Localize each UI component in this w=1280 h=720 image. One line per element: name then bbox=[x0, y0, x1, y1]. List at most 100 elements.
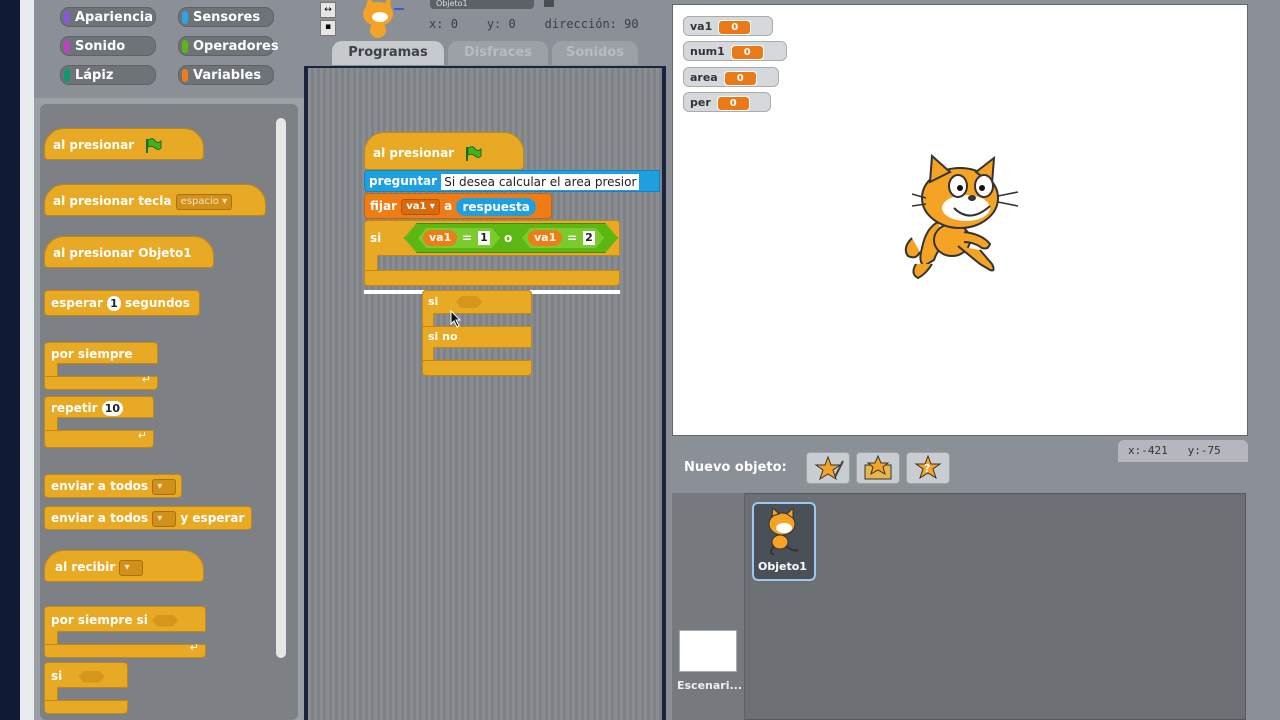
monitor-value: 0 bbox=[723, 71, 757, 86]
wait-input[interactable]: 1 bbox=[107, 296, 121, 311]
block-forever-if[interactable]: por siempre si bbox=[44, 606, 206, 632]
dragged-if-else[interactable]: si bbox=[422, 290, 532, 314]
variable-reporter[interactable]: va1 bbox=[423, 230, 458, 246]
block-when-receive[interactable]: al recibir ▾ bbox=[44, 550, 204, 582]
category-label: Sensores bbox=[193, 10, 261, 25]
category-label: Sonido bbox=[75, 39, 126, 54]
category-lapiz[interactable]: Lápiz bbox=[60, 65, 156, 85]
tab-label: Programas bbox=[348, 45, 428, 60]
block-label: preguntar bbox=[369, 174, 438, 188]
mouse-y-value: -75 bbox=[1200, 444, 1221, 457]
block-label: segundos bbox=[124, 296, 190, 310]
sprite-name: Objeto1 bbox=[436, 0, 468, 8]
key-dropdown[interactable]: espacio ▾ bbox=[175, 193, 233, 210]
sprite-thumbnail-objeto1[interactable]: Objeto1 bbox=[752, 502, 816, 581]
category-label: Lápiz bbox=[75, 68, 114, 83]
condition-slot[interactable] bbox=[78, 670, 105, 683]
tab-programas[interactable]: Programas bbox=[332, 41, 444, 65]
block-when-key[interactable]: al presionar tecla espacio ▾ bbox=[44, 184, 266, 216]
tab-disfraces[interactable]: Disfraces bbox=[448, 41, 548, 65]
block-label: esperar bbox=[51, 296, 103, 310]
condition-slot[interactable] bbox=[456, 296, 483, 308]
direction-label: dirección: bbox=[544, 17, 617, 31]
variable-reporter[interactable]: va1 bbox=[528, 230, 563, 246]
lock-icon[interactable] bbox=[544, 0, 554, 7]
stage-selector[interactable]: Escenari... bbox=[672, 493, 745, 720]
answer-reporter[interactable]: respuesta bbox=[456, 197, 536, 216]
block-label: al presionar tecla bbox=[53, 194, 172, 208]
stage-thumbnail[interactable] bbox=[679, 630, 737, 672]
window-edge bbox=[20, 0, 34, 720]
category-sensores[interactable]: Sensores bbox=[178, 7, 274, 27]
block-when-clicked[interactable]: al presionar Objeto1 bbox=[44, 236, 214, 268]
new-object-label: Nuevo objeto: bbox=[684, 460, 787, 475]
block-label: y esperar bbox=[180, 511, 245, 525]
value-input[interactable]: 1 bbox=[478, 231, 490, 245]
block-when-flag[interactable]: al presionar bbox=[44, 128, 204, 160]
paint-new-sprite-button[interactable] bbox=[806, 452, 850, 484]
desktop-edge bbox=[0, 0, 20, 720]
block-repeat[interactable]: repetir 10 bbox=[44, 396, 154, 418]
category-sonido[interactable]: Sonido bbox=[60, 36, 156, 56]
category-variables[interactable]: Variables bbox=[178, 65, 274, 85]
direction-value: 90 bbox=[624, 17, 639, 31]
monitor-name: area bbox=[690, 71, 718, 84]
category-operadores[interactable]: Operadores bbox=[178, 36, 279, 56]
block-label: al recibir bbox=[55, 560, 116, 574]
sprite-name-field[interactable]: Objeto1 bbox=[430, 0, 534, 9]
mouse-coordinates: x:-421 y:-75 bbox=[1118, 440, 1248, 462]
script-ask[interactable]: preguntar Si desea calcular el area pres… bbox=[364, 170, 660, 192]
monitor-area[interactable]: area 0 bbox=[683, 67, 779, 87]
monitor-num1[interactable]: num1 0 bbox=[683, 41, 787, 61]
block-broadcast[interactable]: enviar a todos ▾ bbox=[44, 474, 182, 498]
category-label: Apariencia bbox=[75, 10, 154, 25]
svg-text:?: ? bbox=[924, 462, 930, 475]
block-label: por siempre bbox=[51, 347, 133, 361]
value-input[interactable]: 2 bbox=[583, 231, 595, 245]
cat-sprite[interactable] bbox=[898, 152, 1022, 286]
message-dropdown[interactable]: ▾ bbox=[119, 559, 144, 576]
ask-input[interactable]: Si desea calcular el area presior bbox=[441, 173, 640, 190]
block-label: si bbox=[370, 231, 382, 245]
monitor-value: 0 bbox=[716, 96, 750, 111]
block-wait[interactable]: esperar 1 segundos bbox=[44, 290, 200, 316]
no-rotate-icon[interactable]: ▪ bbox=[320, 20, 336, 36]
c-block-side bbox=[44, 631, 58, 645]
block-broadcast-wait[interactable]: enviar a todos ▾ y esperar bbox=[44, 506, 252, 530]
palette-scrollbar[interactable] bbox=[276, 118, 286, 658]
monitor-value: 0 bbox=[718, 20, 752, 35]
block-forever[interactable]: por siempre bbox=[44, 342, 158, 364]
c-block-bottom bbox=[44, 700, 128, 714]
cat-thumbnail-icon bbox=[768, 508, 799, 555]
rotation-style-icon[interactable]: ↔ bbox=[320, 2, 336, 18]
condition-slot[interactable] bbox=[152, 614, 179, 627]
loop-arrow-icon: ↵ bbox=[189, 641, 199, 654]
tab-label: Disfraces bbox=[463, 45, 533, 60]
star-question-icon: ? bbox=[914, 454, 942, 480]
random-sprite-button[interactable]: ? bbox=[906, 452, 950, 484]
category-label: Operadores bbox=[193, 39, 279, 54]
repeat-input[interactable]: 10 bbox=[101, 401, 124, 416]
sprite-info-bar: ↔ ▪ Objeto1 x: 0 y: 0 dirección: 90 bbox=[304, 0, 666, 40]
monitor-va1[interactable]: va1 0 bbox=[683, 16, 773, 36]
script-when-flag[interactable]: al presionar bbox=[364, 132, 524, 170]
block-if[interactable]: si bbox=[44, 662, 128, 688]
monitor-per[interactable]: per 0 bbox=[683, 92, 771, 112]
star-folder-icon bbox=[864, 454, 892, 480]
loop-arrow-icon: ↵ bbox=[137, 429, 147, 442]
script-set-variable[interactable]: fijar va1 ▾ a respuesta bbox=[364, 193, 552, 219]
tab-label: Sonidos bbox=[566, 45, 624, 60]
choose-sprite-file-button[interactable] bbox=[856, 452, 900, 484]
variable-dropdown[interactable]: va1 ▾ bbox=[401, 198, 440, 215]
c-block-side bbox=[44, 417, 58, 431]
block-label: repetir bbox=[51, 401, 98, 415]
block-label: al presionar Objeto1 bbox=[53, 246, 192, 260]
c-block-bottom bbox=[422, 360, 532, 376]
equals-sign: = bbox=[462, 231, 473, 245]
sprite-label: Objeto1 bbox=[758, 560, 807, 573]
monitor-name: num1 bbox=[690, 45, 725, 58]
message-dropdown[interactable]: ▾ bbox=[152, 478, 177, 495]
message-dropdown[interactable]: ▾ bbox=[152, 510, 177, 527]
category-apariencia[interactable]: Apariencia bbox=[60, 7, 156, 27]
tab-sonidos[interactable]: Sonidos bbox=[552, 41, 638, 65]
